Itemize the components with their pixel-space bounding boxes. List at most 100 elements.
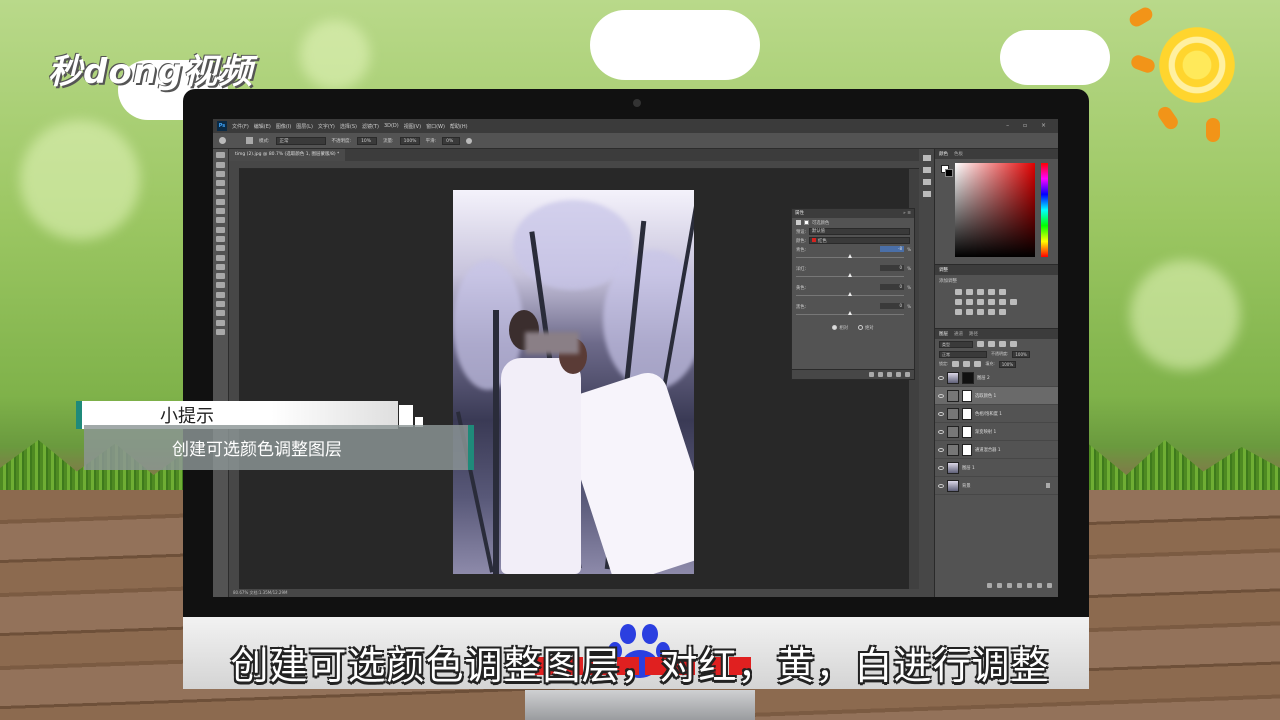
- visibility-eye-icon[interactable]: [896, 372, 901, 377]
- tab-paths[interactable]: 路径: [969, 331, 978, 337]
- layer-mask-thumbnail[interactable]: [962, 407, 972, 420]
- black-white-icon[interactable]: [977, 299, 984, 305]
- lock-position-icon[interactable]: [963, 361, 971, 367]
- menu-file[interactable]: 文件(F): [232, 123, 249, 130]
- vibrance-icon[interactable]: [999, 289, 1006, 295]
- filter-adjustment-icon[interactable]: [988, 341, 995, 347]
- type-tool-icon[interactable]: [216, 291, 225, 298]
- layer-opacity-field[interactable]: 100%: [1012, 350, 1030, 358]
- menu-3d[interactable]: 3D(D): [384, 123, 399, 129]
- visibility-eye-icon[interactable]: [938, 429, 944, 434]
- menu-select[interactable]: 选择(S): [340, 123, 357, 130]
- blend-mode-select[interactable]: 正常: [939, 350, 987, 358]
- invert-icon[interactable]: [955, 309, 962, 315]
- layer-kind-select[interactable]: 类型: [939, 340, 973, 348]
- menu-image[interactable]: 图像(I): [276, 123, 291, 130]
- character-icon[interactable]: [922, 167, 931, 173]
- slider-value[interactable]: 0: [880, 265, 904, 271]
- tab-channels[interactable]: 通道: [954, 331, 963, 337]
- paragraph-icon[interactable]: [922, 179, 931, 185]
- flow-field[interactable]: 100%: [399, 136, 420, 145]
- tab-color[interactable]: 颜色: [939, 151, 948, 157]
- visibility-eye-icon[interactable]: [938, 483, 944, 488]
- exposure-icon[interactable]: [988, 289, 995, 295]
- color-lookup-icon[interactable]: [1010, 299, 1017, 305]
- layer-row[interactable]: 渐变映射 1: [935, 423, 1058, 441]
- tab-adjustments[interactable]: 调整: [939, 267, 948, 273]
- opacity-field[interactable]: 10%: [357, 136, 378, 145]
- photo-filter-icon[interactable]: [988, 299, 995, 305]
- trash-icon[interactable]: [905, 372, 910, 377]
- slider-thumb[interactable]: [848, 273, 852, 277]
- layer-row[interactable]: 选取颜色 1: [935, 387, 1058, 405]
- layer-row[interactable]: 图层 2: [935, 369, 1058, 387]
- menu-help[interactable]: 帮助(H): [450, 123, 468, 130]
- filter-pixel-icon[interactable]: [977, 341, 984, 347]
- add-mask-icon[interactable]: [1007, 583, 1012, 588]
- slider-thumb[interactable]: [848, 311, 852, 315]
- levels-icon[interactable]: [966, 289, 973, 295]
- gradient-map-icon[interactable]: [999, 309, 1006, 315]
- black-slider[interactable]: 黑色: 0 %: [792, 302, 914, 321]
- cyan-slider[interactable]: 青色: -8 %: [792, 245, 914, 264]
- visibility-eye-icon[interactable]: [938, 411, 944, 416]
- filter-shape-icon[interactable]: [1010, 341, 1017, 347]
- smooth-field[interactable]: 0%: [442, 136, 461, 145]
- slider-value[interactable]: -8: [880, 246, 904, 252]
- new-layer-icon[interactable]: [1037, 583, 1042, 588]
- visibility-eye-icon[interactable]: [938, 447, 944, 452]
- move-tool-icon[interactable]: [216, 152, 225, 159]
- layer-row[interactable]: 背景: [935, 477, 1058, 495]
- layer-mask-thumbnail[interactable]: [962, 371, 974, 384]
- new-group-icon[interactable]: [1027, 583, 1032, 588]
- layer-style-icon[interactable]: [997, 583, 1002, 588]
- radio-relative[interactable]: 相对: [832, 325, 848, 331]
- preset-select[interactable]: 默认值: [809, 228, 910, 235]
- yellow-slider[interactable]: 黄色: 0 %: [792, 283, 914, 302]
- lasso-tool-icon[interactable]: [216, 170, 225, 177]
- new-adjustment-icon[interactable]: [1017, 583, 1022, 588]
- filter-type-icon[interactable]: [999, 341, 1006, 347]
- color-balance-icon[interactable]: [966, 299, 973, 305]
- path-select-tool-icon[interactable]: [216, 301, 225, 308]
- mode-select[interactable]: 正常: [275, 136, 326, 145]
- slider-value[interactable]: 0: [880, 303, 904, 309]
- fill-field[interactable]: 100%: [998, 360, 1017, 368]
- brightness-icon[interactable]: [955, 289, 962, 295]
- brush-tool-icon[interactable]: [219, 137, 226, 144]
- magenta-slider[interactable]: 洋红: 0 %: [792, 264, 914, 283]
- dodge-tool-icon[interactable]: [216, 273, 225, 280]
- brush-preset-icon[interactable]: [246, 137, 253, 144]
- layer-row[interactable]: 通道混合器 1: [935, 441, 1058, 459]
- radio-absolute[interactable]: 绝对: [858, 325, 874, 331]
- tab-swatches[interactable]: 色板: [954, 151, 963, 157]
- slider-value[interactable]: 0: [880, 284, 904, 290]
- lock-all-icon[interactable]: [974, 361, 982, 367]
- layer-mask-thumbnail[interactable]: [962, 389, 972, 402]
- posterize-icon[interactable]: [966, 309, 973, 315]
- hue-saturation-icon[interactable]: [955, 299, 962, 305]
- eraser-tool-icon[interactable]: [216, 245, 225, 252]
- reset-icon[interactable]: [887, 372, 892, 377]
- window-controls[interactable]: – ▫ ×: [1006, 122, 1052, 129]
- menu-edit[interactable]: 编辑(E): [254, 123, 271, 130]
- magic-wand-tool-icon[interactable]: [216, 180, 225, 187]
- menu-view[interactable]: 视图(V): [404, 123, 421, 130]
- trash-icon[interactable]: [1047, 583, 1052, 588]
- menu-type[interactable]: 文字(Y): [318, 123, 335, 130]
- shape-tool-icon[interactable]: [216, 310, 225, 317]
- slider-thumb[interactable]: [848, 254, 852, 258]
- visibility-eye-icon[interactable]: [938, 393, 944, 398]
- brush-tool-icon[interactable]: [216, 217, 225, 224]
- background-color[interactable]: [945, 169, 953, 177]
- hue-slider[interactable]: [1041, 163, 1048, 257]
- view-previous-icon[interactable]: [878, 372, 883, 377]
- properties-icon[interactable]: [922, 191, 931, 197]
- hand-tool-icon[interactable]: [216, 319, 225, 326]
- panel-menu-icon[interactable]: » ≡: [903, 209, 911, 218]
- mask-icon[interactable]: [804, 220, 809, 225]
- saturation-value-field[interactable]: [955, 163, 1035, 257]
- lock-pixels-icon[interactable]: [952, 361, 960, 367]
- eyedropper-tool-icon[interactable]: [216, 198, 225, 205]
- threshold-icon[interactable]: [977, 309, 984, 315]
